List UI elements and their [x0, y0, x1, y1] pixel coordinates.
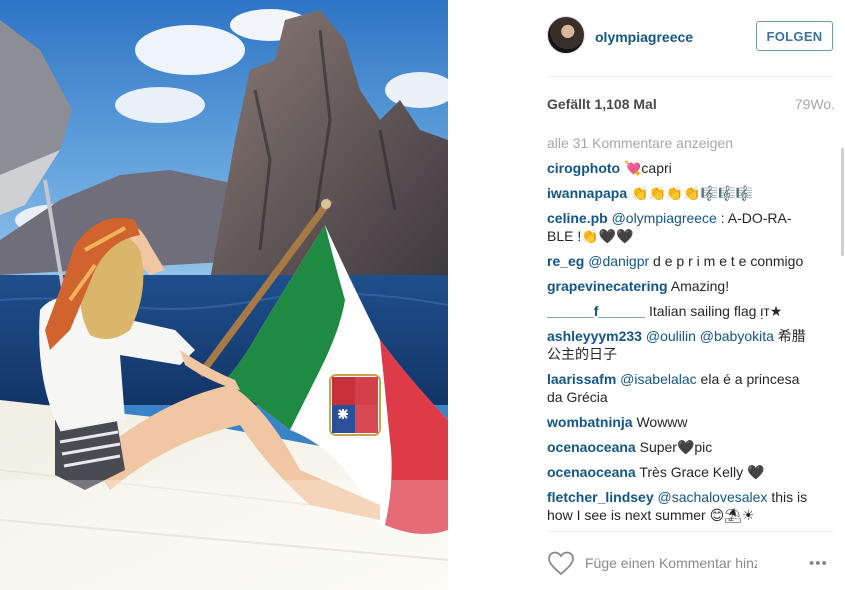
- comment-username[interactable]: celine.pb: [547, 210, 608, 226]
- follow-button[interactable]: FOLGEN: [756, 21, 833, 51]
- photo-illustration: [0, 0, 448, 590]
- header-divider: [547, 76, 834, 77]
- footer-divider: [547, 531, 834, 532]
- comment-text: Italian sailing flag ᴉᴛ★: [645, 303, 783, 319]
- comment-item: grapevinecatering Amazing!: [547, 277, 815, 295]
- post-side-panel: olympiagreece FOLGEN Gefällt 1,108 Mal 7…: [449, 0, 845, 590]
- comments-scrollbar[interactable]: [841, 148, 844, 256]
- comment-item: iwannapapa 👏👏👏👏🎼🎼🎼: [547, 184, 815, 202]
- post-header: olympiagreece FOLGEN: [547, 14, 837, 64]
- comment-item: ashleyyym233 @oulilin @babyokita 希腊公主的日子: [547, 327, 815, 363]
- comment-text: Super🖤pic: [635, 439, 713, 455]
- comments-list: alle 31 Kommentare anzeigen cirogphoto 💘…: [547, 134, 815, 528]
- comment-username[interactable]: fletcher_lindsey: [547, 489, 654, 505]
- comment-mention[interactable]: @isabelalac: [620, 371, 696, 387]
- comment-username[interactable]: cirogphoto: [547, 160, 620, 176]
- comment-username[interactable]: re_eg: [547, 253, 584, 269]
- comment-item: laarissafm @isabelalac ela é a princesa …: [547, 370, 815, 406]
- comment-mention[interactable]: @oulilin @babyokita: [646, 328, 774, 344]
- heart-outline-icon[interactable]: [547, 550, 575, 576]
- comment-item: cirogphoto 💘capri: [547, 159, 815, 177]
- comment-username[interactable]: ______f______: [547, 303, 645, 319]
- comment-item: re_eg @danigpr d e p r i m e t e conmigo: [547, 252, 815, 270]
- comment-item: ______f______ Italian sailing flag ᴉᴛ★: [547, 302, 815, 320]
- comment-item: celine.pb @olympiagreece : A-DO-RA-BLE !…: [547, 209, 815, 245]
- avatar[interactable]: [547, 16, 585, 54]
- comment-item: wombatninja Wowww: [547, 413, 815, 431]
- comment-mention[interactable]: @danigpr: [588, 253, 649, 269]
- comment-username[interactable]: wombatninja: [547, 414, 633, 430]
- post-username[interactable]: olympiagreece: [595, 29, 693, 45]
- comment-text: d e p r i m e t e conmigo: [649, 253, 804, 269]
- comment-mention[interactable]: @sachalovesalex: [658, 489, 768, 505]
- comment-username[interactable]: ashleyyym233: [547, 328, 642, 344]
- add-comment-input[interactable]: [585, 552, 757, 574]
- comment-username[interactable]: ocenaoceana: [547, 464, 636, 480]
- comment-username[interactable]: laarissafm: [547, 371, 616, 387]
- comment-text: Wowww: [632, 414, 688, 430]
- ellipsis-icon[interactable]: •••: [809, 555, 828, 572]
- comment-item: ocenaoceana Très Grace Kelly 🖤: [547, 463, 815, 481]
- comment-text: 💘capri: [620, 160, 672, 176]
- comment-username[interactable]: iwannapapa: [547, 185, 627, 201]
- comment-username[interactable]: ocenaoceana: [547, 439, 636, 455]
- comment-text: 👏👏👏👏🎼🎼🎼: [627, 185, 754, 201]
- likes-count[interactable]: Gefällt 1,108 Mal: [547, 96, 657, 112]
- comment-mention[interactable]: @olympiagreece: [612, 210, 717, 226]
- instagram-post-view: olympiagreece FOLGEN Gefällt 1,108 Mal 7…: [0, 0, 845, 590]
- post-age[interactable]: 79Wo.: [795, 96, 835, 112]
- post-footer: •••: [547, 548, 837, 580]
- post-photo: [0, 0, 448, 590]
- comment-text: Très Grace Kelly 🖤: [635, 464, 765, 480]
- comment-item: ocenaoceana Super🖤pic: [547, 438, 815, 456]
- comment-username[interactable]: grapevinecatering: [547, 278, 668, 294]
- comment-item: fletcher_lindsey @sachalovesalex this is…: [547, 488, 815, 524]
- load-all-comments-link[interactable]: alle 31 Kommentare anzeigen: [547, 134, 815, 152]
- comment-text: Amazing!: [667, 278, 730, 294]
